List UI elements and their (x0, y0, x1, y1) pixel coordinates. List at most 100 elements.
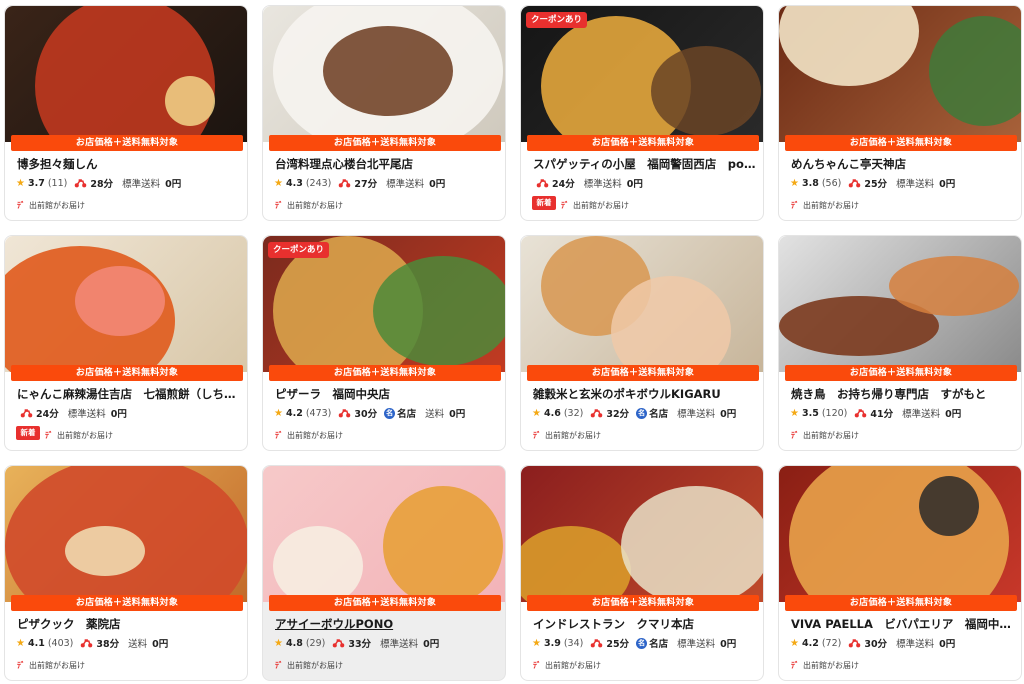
demae-logo-icon: ﾃﾞ (561, 200, 569, 210)
motorbike-icon (591, 639, 603, 648)
restaurant-name[interactable]: VIVA PAELLA ビバパエリア 福岡中… (791, 616, 1015, 632)
demae-logo-icon: ﾃﾞ (533, 430, 541, 440)
restaurant-name[interactable]: めんちゃんこ亭天神店 (791, 156, 1015, 172)
promo-banner: お店価格＋送料無料対象 (785, 135, 1017, 151)
fee-label: 送料 (128, 639, 148, 650)
restaurant-card[interactable]: クーポンあり お店価格＋送料無料対象 ピザーラ 福岡中央店 ★ 4.2 (473) 30分名… (262, 235, 506, 451)
rating-value: 4.2 (285, 407, 303, 419)
restaurant-meta: ★ 3.7 (11) 28分 標準送料 0円 (16, 176, 242, 191)
delivery-info: ﾃﾞ 出前館がお届け (275, 199, 343, 211)
promo-banner: お店価格＋送料無料対象 (527, 365, 759, 381)
restaurant-card[interactable]: お店価格＋送料無料対象 博多担々麺しん ★ 3.7 (11) 28分 標準送料 0円 ﾃﾞ 出前館… (4, 5, 248, 221)
delivery-time: 27分 (354, 179, 378, 190)
meisten-text: 名店 (649, 409, 669, 420)
delivery-fee: 0円 (423, 639, 440, 650)
meisten-text: 名店 (649, 639, 669, 650)
restaurant-card[interactable]: お店価格＋送料無料対象 焼き鳥 お持ち帰り専門店 すがもと ★ 3.5 (120) 41分… (778, 235, 1022, 451)
restaurant-name[interactable]: ピザーラ 福岡中央店 (275, 386, 499, 402)
restaurant-card[interactable]: お店価格＋送料無料対象 インドレストラン クマリ本店 ★ 3.9 (34) 25分名名店標… (520, 465, 764, 681)
restaurant-name[interactable]: スパゲッティの小屋 福岡警固西店 po… (533, 156, 757, 172)
restaurant-meta: ★ 4.8 (29) 33分 標準送料 0円 (274, 636, 500, 651)
fee-label: 標準送料 (583, 179, 622, 190)
review-count: (473) (305, 407, 332, 419)
restaurant-name[interactable]: アサイーボウルPONO (275, 616, 499, 632)
motorbike-icon (339, 179, 351, 188)
delivery-info: ﾃﾞ 出前館がお届け (533, 659, 601, 671)
delivery-info: ﾃﾞ 出前館がお届け (275, 659, 343, 671)
delivery-text: 出前館がお届け (803, 660, 859, 670)
fee-label: 標準送料 (67, 409, 106, 420)
restaurant-card[interactable]: お店価格＋送料無料対象 ピザクック 薬院店 ★ 4.1 (403) 38分 送料 0円 ﾃﾞ 出前… (4, 465, 248, 681)
fee-label: 送料 (425, 409, 445, 420)
delivery-text: 出前館がお届け (803, 430, 859, 440)
food-image[interactable] (5, 6, 247, 142)
fee-label: 標準送料 (386, 179, 425, 190)
food-image[interactable] (779, 6, 1021, 142)
delivery-text: 出前館がお届け (287, 430, 343, 440)
restaurant-card[interactable]: お店価格＋送料無料対象 雑穀米と玄米のポキボウルKIGARU ★ 4.6 (32) 32分… (520, 235, 764, 451)
new-badge: 新着 (532, 196, 556, 210)
food-image[interactable] (263, 6, 505, 142)
delivery-fee: 0円 (945, 409, 962, 420)
restaurant-name[interactable]: 焼き鳥 お持ち帰り専門店 すがもと (791, 386, 1015, 402)
promo-banner: お店価格＋送料無料対象 (11, 135, 243, 151)
food-image[interactable] (5, 236, 247, 372)
review-count: (72) (821, 637, 842, 649)
restaurant-name[interactable]: 雑穀米と玄米のポキボウルKIGARU (533, 386, 757, 402)
food-image[interactable] (263, 466, 505, 602)
delivery-info: ﾃﾞ 出前館がお届け (275, 429, 343, 441)
delivery-info: ﾃﾞ 出前館がお届け (791, 659, 859, 671)
motorbike-icon (536, 179, 549, 188)
food-image[interactable] (779, 466, 1021, 602)
demae-logo-icon: ﾃﾞ (17, 200, 25, 210)
restaurant-name[interactable]: 博多担々麺しん (17, 156, 241, 172)
motorbike-icon (339, 409, 351, 418)
restaurant-name[interactable]: にゃんこ麻辣湯住吉店 七福煎餅（しち… (17, 386, 241, 402)
restaurant-name[interactable]: ピザクック 薬院店 (17, 616, 241, 632)
motorbike-icon (849, 639, 861, 648)
restaurant-card[interactable]: お店価格＋送料無料対象 にゃんこ麻辣湯住吉店 七福煎餅（しち… 24分 標準送料 0円新… (4, 235, 248, 451)
fee-label: 標準送料 (677, 639, 716, 650)
restaurant-card[interactable]: お店価格＋送料無料対象 台湾料理点心楼台北平尾店 ★ 4.3 (243) 27分 標準送料 0… (262, 5, 506, 221)
star-icon: ★ (790, 177, 799, 189)
food-image[interactable] (779, 236, 1021, 372)
restaurant-name[interactable]: 台湾料理点心楼台北平尾店 (275, 156, 499, 172)
food-image[interactable] (5, 466, 247, 602)
food-image[interactable] (521, 466, 763, 602)
delivery-text: 出前館がお届け (573, 200, 629, 210)
delivery-text: 出前館がお届け (29, 200, 85, 210)
motorbike-icon (81, 639, 93, 648)
delivery-fee: 0円 (939, 179, 956, 190)
restaurant-card[interactable]: お店価格＋送料無料対象 めんちゃんこ亭天神店 ★ 3.8 (56) 25分 標準送料 0円 ﾃﾞ… (778, 5, 1022, 221)
promo-banner: お店価格＋送料無料対象 (11, 595, 243, 611)
delivery-info: ﾃﾞ 出前館がお届け (791, 429, 859, 441)
restaurant-card[interactable]: お店価格＋送料無料対象 VIVA PAELLA ビバパエリア 福岡中… ★ 4.2 (7… (778, 465, 1022, 681)
delivery-time: 25分 (606, 639, 630, 650)
delivery-fee: 0円 (449, 409, 466, 420)
rating-value: 4.1 (27, 637, 45, 649)
food-image[interactable] (521, 236, 763, 372)
demae-logo-icon: ﾃﾞ (791, 660, 799, 670)
fee-label: 標準送料 (677, 409, 716, 420)
restaurant-meta: 24分 標準送料 0円 (16, 406, 242, 420)
review-count: (403) (47, 637, 74, 649)
promo-banner: お店価格＋送料無料対象 (527, 595, 759, 611)
delivery-info: ﾃﾞ 出前館がお届け (533, 429, 601, 441)
motorbike-icon (855, 409, 867, 418)
motorbike-icon (591, 409, 603, 418)
delivery-text: 出前館がお届け (29, 660, 85, 670)
delivery-info: ﾃﾞ 出前館がお届け (561, 199, 629, 211)
delivery-time: 41分 (870, 409, 894, 420)
restaurant-card[interactable]: お店価格＋送料無料対象 アサイーボウルPONO ★ 4.8 (29) 33分 標準送料 0円 ﾃ… (262, 465, 506, 681)
review-count: (32) (563, 407, 584, 419)
rating-value: 3.9 (543, 637, 561, 649)
restaurant-meta: ★ 3.9 (34) 25分名名店 標準送料 0円 (532, 636, 758, 650)
demae-logo-icon: ﾃﾞ (45, 430, 53, 440)
star-icon: ★ (274, 177, 283, 189)
delivery-fee: 0円 (939, 639, 956, 650)
coupon-badge: クーポンあり (526, 12, 588, 28)
restaurant-card[interactable]: クーポンあり お店価格＋送料無料対象 スパゲッティの小屋 福岡警固西店 po… 24分… (520, 5, 764, 221)
rating-value: 3.8 (801, 177, 819, 189)
promo-banner: お店価格＋送料無料対象 (269, 595, 501, 611)
restaurant-name[interactable]: インドレストラン クマリ本店 (533, 616, 757, 632)
